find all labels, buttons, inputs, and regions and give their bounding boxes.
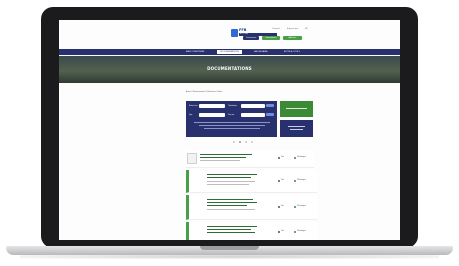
top-link-contact[interactable]: Contact xyxy=(272,28,280,30)
hero-title: DOCUMENTATIONS xyxy=(207,66,252,71)
title-line xyxy=(207,177,251,178)
title-line xyxy=(207,174,257,175)
carousel-dot[interactable] xyxy=(251,141,253,143)
document-row[interactable]: Voir Télécharger xyxy=(186,222,317,240)
title-line xyxy=(207,229,251,230)
login-button[interactable]: Connexion xyxy=(243,36,259,40)
view-link[interactable]: Voir xyxy=(281,206,284,208)
search-label: Rechercher xyxy=(189,106,198,107)
download-link[interactable]: Télécharger xyxy=(297,180,306,182)
nav-item-documentations[interactable]: DOCUMENTATIONS xyxy=(217,50,242,54)
title-line xyxy=(200,154,252,155)
note-line-3 xyxy=(204,128,260,129)
sort-label: Trier par xyxy=(228,115,235,116)
join-button[interactable]: Adhérer xyxy=(283,36,302,40)
view-icon[interactable] xyxy=(278,157,280,159)
promo-navy-line-1 xyxy=(288,126,305,127)
search-button[interactable] xyxy=(266,104,274,107)
theme-label: Thématique xyxy=(228,106,238,107)
view-icon[interactable] xyxy=(278,231,280,233)
download-link[interactable]: Télécharger xyxy=(297,157,306,159)
nav-item-boite-a-outils[interactable]: BOITE A OUTILS xyxy=(281,50,303,54)
sort-select[interactable] xyxy=(241,113,265,117)
nav-item-savoir-faire[interactable]: SAVOIR-FAIRE xyxy=(251,50,271,54)
search-input[interactable] xyxy=(199,104,225,108)
download-icon[interactable] xyxy=(294,157,296,159)
carousel-dot[interactable] xyxy=(233,141,235,143)
view-link[interactable]: Voir xyxy=(281,157,284,159)
desc-line xyxy=(207,181,255,182)
type-label: Type xyxy=(189,115,193,116)
title-line xyxy=(207,199,253,200)
desc-line xyxy=(200,159,240,161)
carousel-dot[interactable] xyxy=(245,141,247,143)
title-line xyxy=(207,232,255,233)
top-link-language[interactable]: FR xyxy=(305,28,308,30)
type-select[interactable] xyxy=(199,113,225,117)
breadcrumb[interactable]: Accueil / Documentations / Publications … xyxy=(186,92,222,94)
logo-icon[interactable] xyxy=(231,29,238,37)
document-thumbnail xyxy=(187,153,197,164)
view-icon[interactable] xyxy=(278,180,280,182)
document-row[interactable]: Voir Télécharger xyxy=(186,170,317,193)
download-link[interactable]: Télécharger xyxy=(297,206,306,208)
laptop-screen: FFB ECTIONS Contact Espace pro FR Connex… xyxy=(59,20,400,240)
note-line-2 xyxy=(199,125,265,126)
nav-item-bien-construire[interactable]: BIEN CONSTRUIRE xyxy=(183,50,207,54)
document-row[interactable]: Voir Télécharger xyxy=(186,150,314,168)
theme-select[interactable] xyxy=(241,104,265,108)
title-line xyxy=(207,202,257,203)
desc-line xyxy=(207,209,255,210)
download-icon[interactable] xyxy=(294,206,296,208)
desc-line xyxy=(207,183,249,185)
download-link[interactable]: Télécharger xyxy=(297,231,306,233)
note-line-1 xyxy=(194,122,270,123)
promo-green-line xyxy=(286,108,307,109)
filter-button[interactable] xyxy=(266,113,274,116)
promo-navy-line-2 xyxy=(290,129,303,130)
promo-green-card[interactable] xyxy=(280,101,313,117)
download-icon[interactable] xyxy=(294,231,296,233)
view-icon[interactable] xyxy=(278,206,280,208)
view-link[interactable]: Voir xyxy=(281,180,284,182)
title-line xyxy=(207,226,257,227)
download-icon[interactable] xyxy=(294,180,296,182)
title-line xyxy=(200,156,246,158)
view-link[interactable]: Voir xyxy=(281,231,284,233)
title-line xyxy=(207,205,247,206)
logo-text[interactable]: FFB xyxy=(239,28,246,33)
top-link-espace-pro[interactable]: Espace pro xyxy=(287,28,298,30)
document-row[interactable]: Voir Télécharger xyxy=(186,195,317,220)
laptop-notch xyxy=(200,246,259,250)
carousel-dot-active[interactable] xyxy=(239,141,241,143)
signup-button[interactable]: Inscription xyxy=(262,36,280,40)
